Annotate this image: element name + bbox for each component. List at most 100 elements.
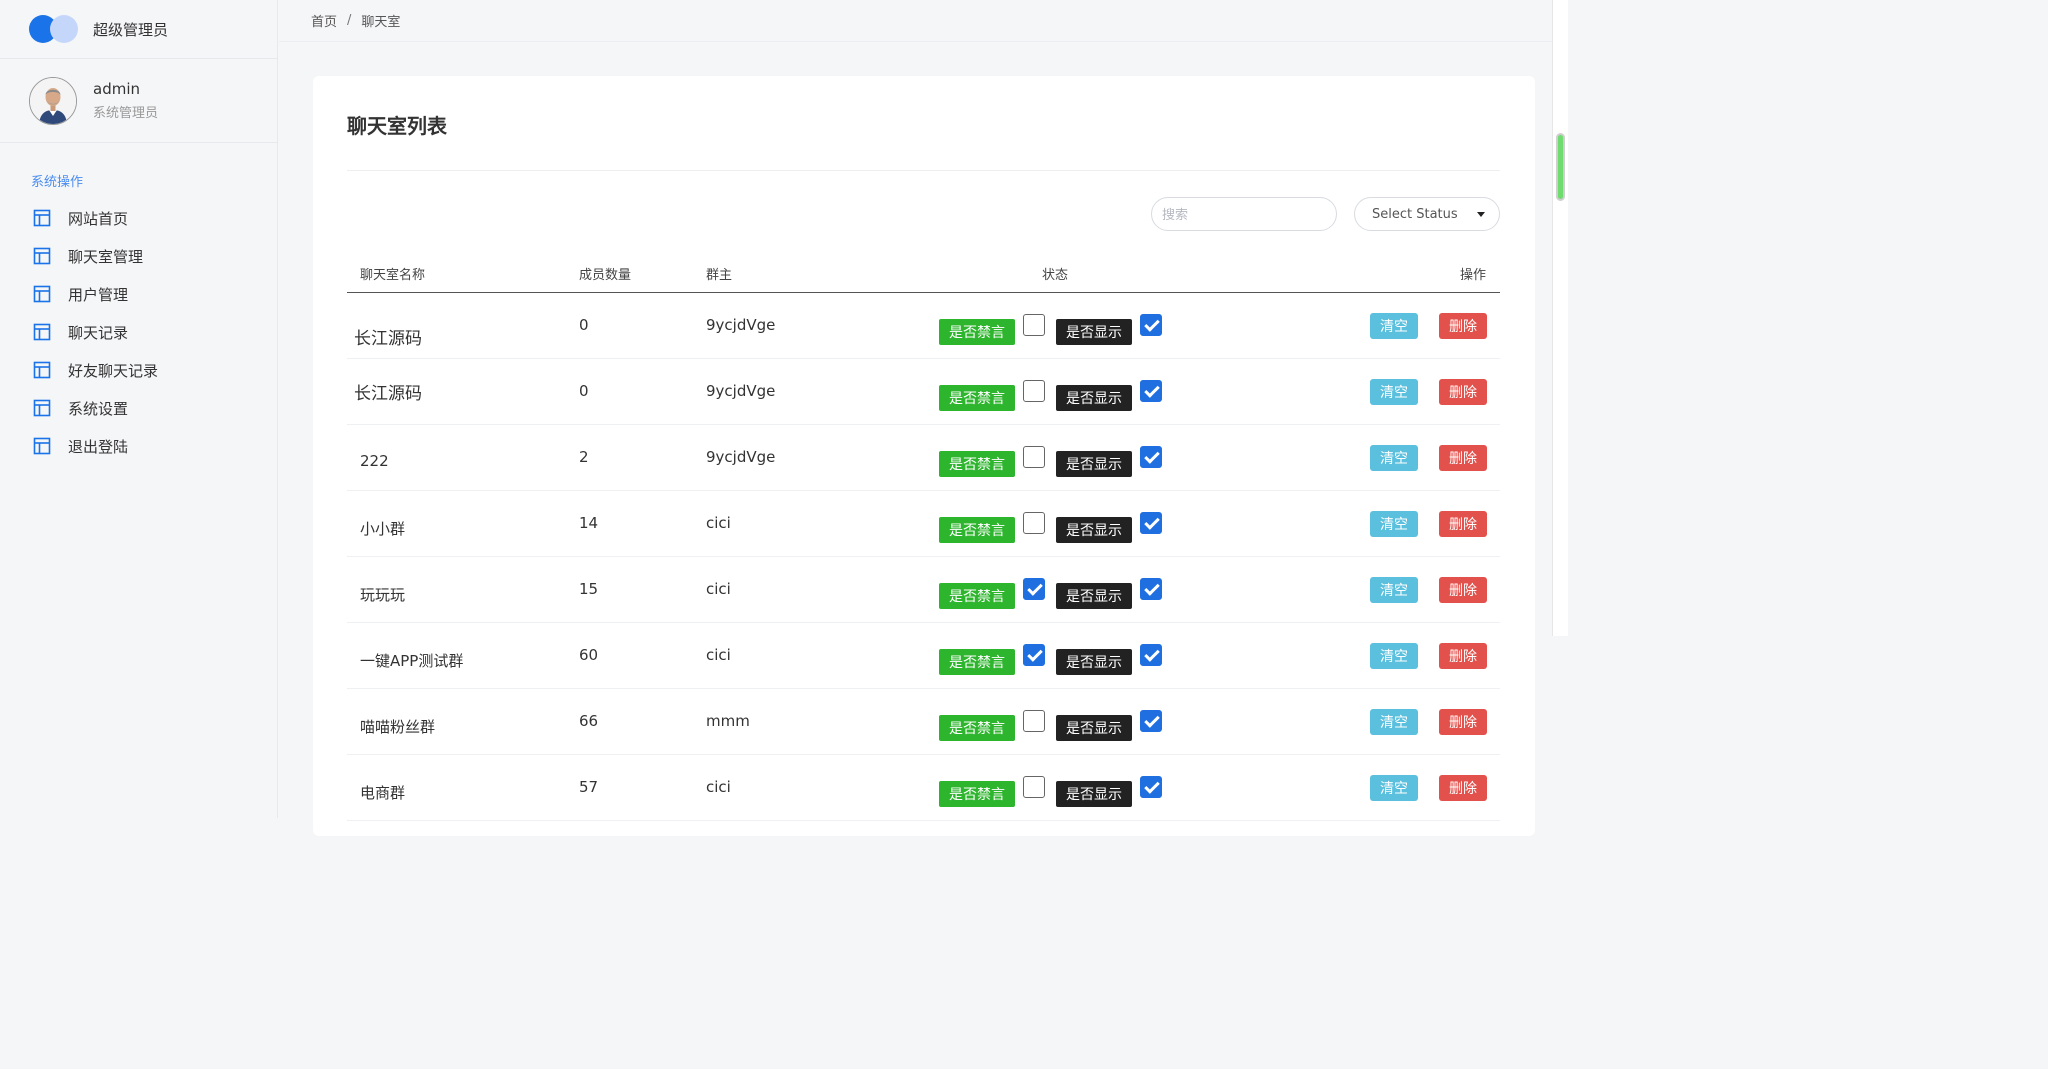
status-select-value: Select Status — [1372, 206, 1458, 222]
clear-button[interactable]: 清空 — [1370, 643, 1418, 669]
brand-logo-icon — [29, 14, 79, 44]
sidebar-item-chat-records[interactable]: 聊天记录 — [0, 313, 277, 351]
member-count: 0 — [579, 382, 589, 400]
chatroom-list-card: 聊天室列表 Select Status 聊天室名称 成员数量 群主 状态 操作 … — [313, 76, 1535, 836]
delete-button[interactable]: 删除 — [1439, 775, 1487, 801]
ban-toggle-label[interactable]: 是否禁言 — [939, 715, 1015, 741]
page-title: 聊天室列表 — [347, 114, 447, 138]
ban-checkbox[interactable] — [1023, 644, 1045, 666]
chatroom-name: 玩玩玩 — [360, 586, 406, 604]
ban-toggle-label[interactable]: 是否禁言 — [939, 385, 1015, 411]
sidebar-item-label: 网站首页 — [68, 209, 129, 228]
delete-button[interactable]: 删除 — [1439, 379, 1487, 405]
ban-checkbox[interactable] — [1023, 776, 1045, 798]
group-owner: cici — [706, 514, 731, 532]
group-owner: 9ycjdVge — [706, 448, 776, 466]
show-checkbox[interactable] — [1140, 710, 1162, 732]
delete-button[interactable]: 删除 — [1439, 313, 1487, 339]
user-avatar-icon — [30, 77, 76, 124]
brand-name: 超级管理员 — [93, 20, 169, 39]
sidebar-item-label: 系统设置 — [68, 399, 129, 418]
show-checkbox[interactable] — [1140, 644, 1162, 666]
brand[interactable]: 超级管理员 — [0, 0, 277, 59]
delete-button[interactable]: 删除 — [1439, 577, 1487, 603]
delete-button[interactable]: 删除 — [1439, 643, 1487, 669]
show-toggle-label[interactable]: 是否显示 — [1056, 649, 1132, 675]
user-profile[interactable]: admin 系统管理员 — [0, 59, 277, 143]
member-count: 57 — [579, 778, 599, 796]
sidebar-item-chatroom-management[interactable]: 聊天室管理 — [0, 237, 277, 275]
column-header-status: 状态 — [1042, 268, 1069, 283]
search-input[interactable] — [1151, 197, 1337, 231]
table-body: 长江源码 0 9ycjdVge 是否禁言 是否显示 清空 删除 长江源码 0 9ycjdVge 是否… — [347, 293, 1500, 821]
show-checkbox[interactable] — [1140, 380, 1162, 402]
show-checkbox[interactable] — [1140, 314, 1162, 336]
column-header-owner: 群主 — [706, 268, 733, 283]
sidebar-nav: 网站首页 聊天室管理 用户管理 聊天记录 好友聊天记录 系统设置 退出登陆 — [0, 199, 277, 465]
ban-checkbox[interactable] — [1023, 710, 1045, 732]
clear-button[interactable]: 清空 — [1370, 511, 1418, 537]
clear-button[interactable]: 清空 — [1370, 709, 1418, 735]
member-count: 2 — [579, 448, 589, 466]
ban-checkbox[interactable] — [1023, 446, 1045, 468]
ban-toggle-label[interactable]: 是否禁言 — [939, 451, 1015, 477]
ban-toggle-label[interactable]: 是否禁言 — [939, 319, 1015, 345]
clear-button[interactable]: 清空 — [1370, 379, 1418, 405]
show-toggle-label[interactable]: 是否显示 — [1056, 517, 1132, 543]
profile-role: 系统管理员 — [93, 106, 159, 121]
ban-toggle-label[interactable]: 是否禁言 — [939, 649, 1015, 675]
title-divider — [347, 170, 1500, 171]
breadcrumb-separator: / — [347, 13, 352, 28]
show-toggle-label[interactable]: 是否显示 — [1056, 319, 1132, 345]
show-toggle-label[interactable]: 是否显示 — [1056, 583, 1132, 609]
clear-button[interactable]: 清空 — [1370, 577, 1418, 603]
layout-icon — [33, 209, 51, 227]
show-toggle-label[interactable]: 是否显示 — [1056, 451, 1132, 477]
table-row: 长江源码 0 9ycjdVge 是否禁言 是否显示 清空 删除 — [347, 359, 1500, 425]
ban-toggle-label[interactable]: 是否禁言 — [939, 517, 1015, 543]
group-owner: mmm — [706, 712, 750, 730]
breadcrumb-home-link[interactable]: 首页 — [311, 11, 337, 30]
table-row: 小小群 14 cici 是否禁言 是否显示 清空 删除 — [347, 491, 1500, 557]
show-toggle-label[interactable]: 是否显示 — [1056, 715, 1132, 741]
ban-checkbox[interactable] — [1023, 578, 1045, 600]
chatroom-name: 一键APP测试群 — [360, 652, 464, 670]
clear-button[interactable]: 清空 — [1370, 775, 1418, 801]
member-count: 0 — [579, 316, 589, 334]
sidebar-item-system-settings[interactable]: 系统设置 — [0, 389, 277, 427]
group-owner: cici — [706, 580, 731, 598]
sidebar-item-logout[interactable]: 退出登陆 — [0, 427, 277, 465]
sidebar-item-user-management[interactable]: 用户管理 — [0, 275, 277, 313]
sidebar-item-home[interactable]: 网站首页 — [0, 199, 277, 237]
table-header: 聊天室名称 成员数量 群主 状态 操作 — [347, 248, 1500, 293]
scroll-thumb[interactable] — [1556, 133, 1565, 201]
show-checkbox[interactable] — [1140, 512, 1162, 534]
sidebar-item-friend-chat-records[interactable]: 好友聊天记录 — [0, 351, 277, 389]
show-checkbox[interactable] — [1140, 776, 1162, 798]
ban-toggle-label[interactable]: 是否禁言 — [939, 781, 1015, 807]
show-checkbox[interactable] — [1140, 446, 1162, 468]
ban-checkbox[interactable] — [1023, 314, 1045, 336]
ban-toggle-label[interactable]: 是否禁言 — [939, 583, 1015, 609]
show-toggle-label[interactable]: 是否显示 — [1056, 781, 1132, 807]
status-select[interactable]: Select Status — [1354, 197, 1500, 231]
delete-button[interactable]: 删除 — [1439, 445, 1487, 471]
delete-button[interactable]: 删除 — [1439, 709, 1487, 735]
table-row: 玩玩玩 15 cici 是否禁言 是否显示 清空 删除 — [347, 557, 1500, 623]
nav-section-title: 系统操作 — [31, 175, 84, 190]
sidebar-item-label: 聊天记录 — [68, 323, 129, 342]
ban-checkbox[interactable] — [1023, 380, 1045, 402]
delete-button[interactable]: 删除 — [1439, 511, 1487, 537]
show-checkbox[interactable] — [1140, 578, 1162, 600]
avatar[interactable] — [29, 76, 77, 125]
clear-button[interactable]: 清空 — [1370, 313, 1418, 339]
clear-button[interactable]: 清空 — [1370, 445, 1418, 471]
chatroom-name: 长江源码 — [354, 384, 422, 404]
column-header-actions: 操作 — [1460, 268, 1487, 283]
chatroom-name: 小小群 — [360, 520, 406, 538]
layout-icon — [33, 323, 51, 341]
show-toggle-label[interactable]: 是否显示 — [1056, 385, 1132, 411]
scrollbar[interactable] — [1552, 0, 1568, 636]
table-row: 电商群 57 cici 是否禁言 是否显示 清空 删除 — [347, 755, 1500, 821]
ban-checkbox[interactable] — [1023, 512, 1045, 534]
